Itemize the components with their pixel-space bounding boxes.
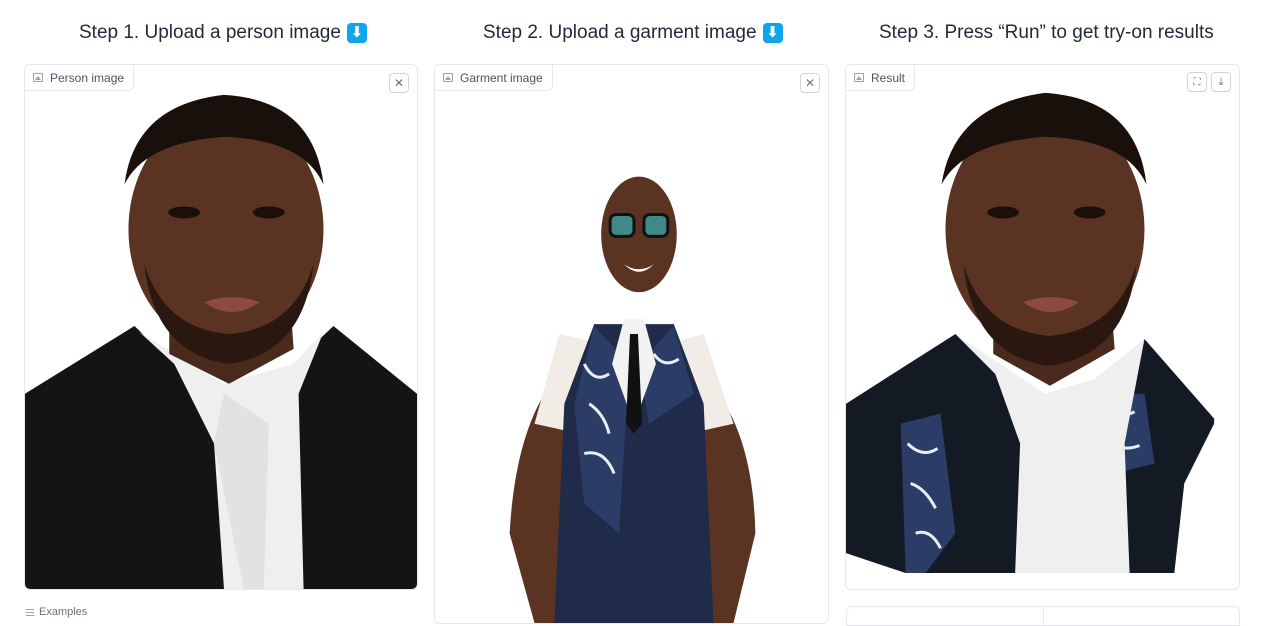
list-icon [26,608,34,616]
result-controls-row [846,606,1240,626]
image-icon [33,73,43,82]
examples-accordion[interactable]: Examples [26,606,87,618]
image-icon [854,73,864,82]
step-2-title: Step 2. Upload a garment image ⬇ [483,22,783,44]
close-icon: ✕ [393,76,405,90]
divider [1043,607,1044,625]
garment-image-label: Garment image [435,65,553,91]
garment-photo [435,65,828,623]
step-3-title: Step 3. Press “Run” to get try-on result… [879,22,1214,43]
download-icon: ⤓ [1218,75,1224,88]
clear-garment-button[interactable]: ✕ [800,73,820,93]
fullscreen-button[interactable]: ⛶ [1187,72,1207,92]
image-icon [443,73,453,82]
fullscreen-icon: ⛶ [1193,76,1201,88]
result-photo [846,65,1239,589]
person-image-label: Person image [25,65,135,91]
person-image-panel[interactable]: Person image ✕ [24,64,418,590]
clear-person-button[interactable]: ✕ [389,73,409,93]
person-photo [25,65,417,589]
result-label: Result [846,65,916,91]
down-arrow-icon: ⬇ [346,23,367,43]
result-panel: Result ⛶ ⤓ [845,64,1240,590]
download-button[interactable]: ⤓ [1211,72,1231,92]
step-1-title: Step 1. Upload a person image ⬇ [79,22,367,44]
garment-image-panel[interactable]: Garment image ✕ [434,64,829,624]
down-arrow-icon: ⬇ [762,23,783,43]
close-icon: ✕ [804,76,816,90]
